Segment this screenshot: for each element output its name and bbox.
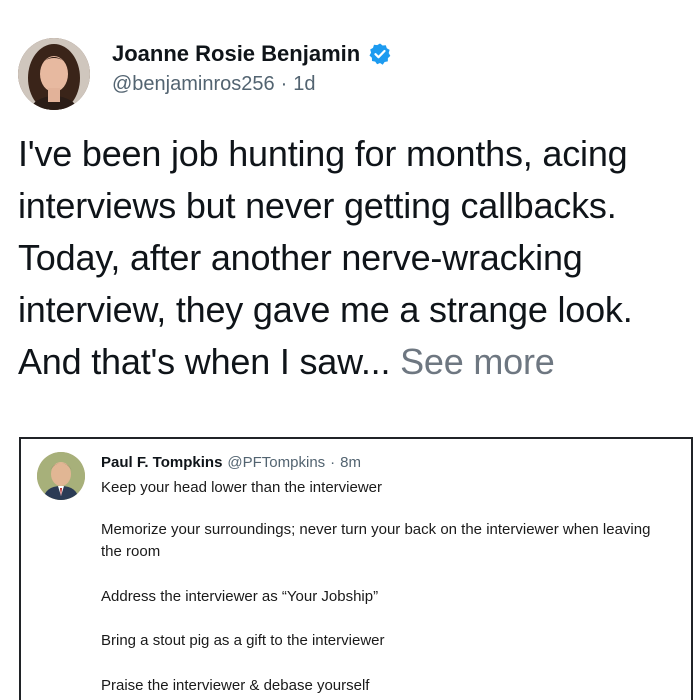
see-more-link[interactable]: See more (400, 341, 555, 382)
author-meta: @benjaminros256 · 1d (112, 73, 316, 96)
embedded-time: 8m (340, 454, 361, 471)
meta-separator: · (280, 73, 288, 95)
embedded-screenshot[interactable]: Paul F. Tompkins @PFTompkins · 8m Keep y… (19, 437, 693, 700)
verified-badge-icon (368, 42, 392, 66)
embedded-tip-line: Praise the interviewer & debase yourself (101, 677, 370, 694)
embedded-header: Paul F. Tompkins @PFTompkins · 8m (101, 454, 361, 471)
embedded-tip-line: Bring a stout pig as a gift to the inter… (101, 632, 385, 649)
post-body: I've been job hunting for months, acing … (18, 128, 693, 388)
embedded-avatar-image (37, 452, 85, 500)
author-avatar[interactable] (18, 38, 90, 110)
embedded-tip-line: Memorize your surroundings; never turn y… (101, 521, 651, 560)
embedded-tip-line: Address the interviewer as “Your Jobship… (101, 588, 379, 605)
post-card: Joanne Rosie Benjamin @benjaminros256 · … (0, 0, 700, 700)
author-avatar-image (18, 38, 90, 110)
author-name-row: Joanne Rosie Benjamin (112, 41, 392, 67)
post-time[interactable]: 1d (293, 73, 315, 96)
author-handle[interactable]: @benjaminros256 (112, 73, 275, 96)
embedded-display-name: Paul F. Tompkins (101, 454, 223, 471)
author-display-name[interactable]: Joanne Rosie Benjamin (112, 41, 360, 67)
embedded-separator: · (330, 454, 336, 471)
embedded-author-avatar (37, 452, 85, 500)
embedded-handle: @PFTompkins (227, 454, 326, 471)
embedded-tip-line: Keep your head lower than the interviewe… (101, 479, 383, 496)
